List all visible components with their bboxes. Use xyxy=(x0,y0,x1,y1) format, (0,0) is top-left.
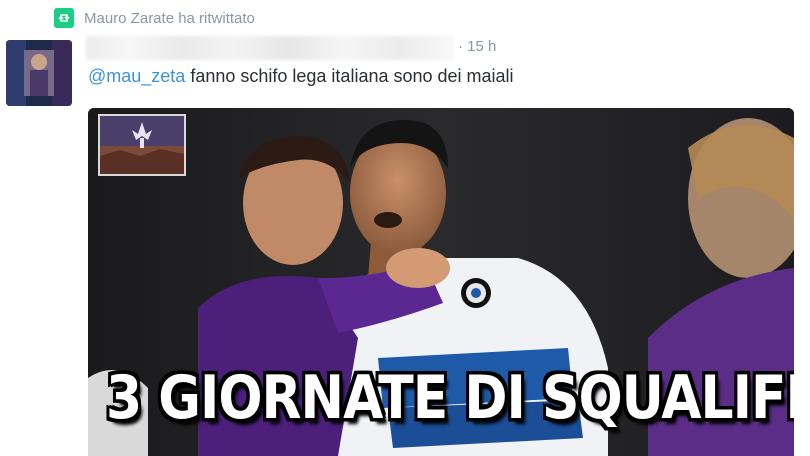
avatar[interactable] xyxy=(6,40,72,106)
retweet-context: Mauro Zarate ha ritwittato xyxy=(54,8,255,28)
tweet-text: @mau_zeta fanno schifo lega italiana son… xyxy=(88,66,514,87)
blurred-username xyxy=(86,36,454,60)
mention-link[interactable]: @mau_zeta xyxy=(88,66,185,86)
tweet-timestamp[interactable]: · 15 h xyxy=(458,38,496,55)
retweet-icon xyxy=(54,8,74,28)
fiorentina-logo-thumbnail xyxy=(98,114,186,176)
image-caption: 3 GIORNATE DI SQUALIFICA xyxy=(106,364,794,433)
retweet-label[interactable]: Mauro Zarate ha ritwittato xyxy=(84,10,255,27)
tweet-media-image[interactable]: 3 GIORNATE DI SQUALIFICA xyxy=(88,108,794,456)
tweet-body: fanno schifo lega italiana sono dei maia… xyxy=(185,66,514,86)
